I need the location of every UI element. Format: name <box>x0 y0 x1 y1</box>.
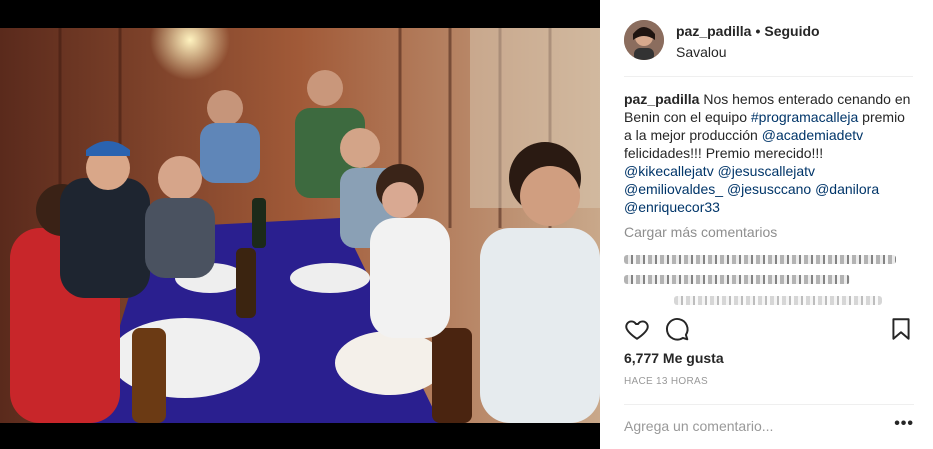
separator-dot: • <box>755 23 761 39</box>
comment-input[interactable]: Agrega un comentario... <box>624 418 773 434</box>
post-header: paz_padilla • Seguido Savalou <box>624 16 913 77</box>
mention-academiadetv[interactable]: @academiadetv <box>762 127 863 143</box>
speech-bubble-icon[interactable] <box>664 316 690 342</box>
mention-jesuscallejatv[interactable]: @jesuscallejatv <box>718 163 815 179</box>
caption-username[interactable]: paz_padilla <box>624 91 699 107</box>
hashtag-link[interactable]: #programacalleja <box>751 109 858 125</box>
heart-outline-icon[interactable] <box>624 316 650 342</box>
bookmark-icon[interactable] <box>888 316 914 342</box>
post-timestamp[interactable]: HACE 13 HORAS <box>624 376 708 387</box>
pixelated-comment-line <box>624 255 896 264</box>
pixelated-comment-line <box>674 296 882 305</box>
mention-emiliovaldes[interactable]: @emiliovaldes_ <box>624 181 723 197</box>
action-bar <box>624 316 914 344</box>
group-dinner-photo <box>0 28 600 423</box>
mention-kikecallejatv[interactable]: @kikecallejatv <box>624 163 714 179</box>
load-more-comments-button[interactable]: Cargar más comentarios <box>624 224 777 240</box>
mention-danilora[interactable]: @danilora <box>815 181 879 197</box>
header-user-line: paz_padilla • Seguido <box>676 23 820 39</box>
likes-count[interactable]: 6,777 Me gusta <box>624 350 724 366</box>
photo-pane <box>0 0 600 449</box>
post-photo[interactable] <box>0 28 600 423</box>
comment-bar: Agrega un comentario... ••• <box>624 404 914 445</box>
post-sidebar: paz_padilla • Seguido Savalou paz_padilla … <box>600 0 933 449</box>
location-link[interactable]: Savalou <box>676 44 727 60</box>
caption: paz_padilla Nos hemos enterado cenando e… <box>624 90 914 216</box>
more-options-icon[interactable]: ••• <box>894 415 914 433</box>
mention-enriquecor33[interactable]: @enriquecor33 <box>624 199 720 215</box>
follow-status[interactable]: Seguido <box>764 23 819 39</box>
pixelated-comment-line <box>624 275 850 284</box>
mention-jesusccano[interactable]: @jesusccano <box>727 181 811 197</box>
avatar[interactable] <box>624 20 664 60</box>
caption-text-3: felicidades!!! Premio merecido!!! <box>624 145 824 161</box>
header-username[interactable]: paz_padilla <box>676 23 751 39</box>
